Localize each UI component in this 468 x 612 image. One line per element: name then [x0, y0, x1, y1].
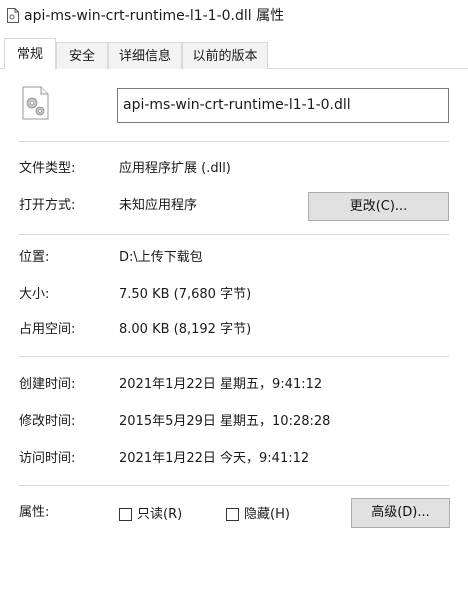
hidden-checkbox-box[interactable]: [226, 508, 239, 521]
advanced-button[interactable]: 高级(D)...: [351, 498, 450, 528]
tab-details[interactable]: 详细信息: [108, 42, 182, 69]
title-bar: api-ms-win-crt-runtime-l1-1-0.dll 属性: [0, 0, 468, 34]
file-name-field[interactable]: api-ms-win-crt-runtime-l1-1-0.dll: [117, 88, 449, 123]
change-button[interactable]: 更改(C)...: [308, 192, 449, 221]
tab-general[interactable]: 常规: [4, 38, 56, 69]
readonly-checkbox[interactable]: 只读(R): [119, 505, 199, 525]
location-value: D:\上传下载包: [119, 250, 203, 265]
opens-with-label: 打开方式:: [19, 198, 76, 213]
created-label: 创建时间:: [19, 377, 76, 392]
modified-value: 2015年5月29日 星期五，10:28:28: [119, 414, 331, 429]
attributes-label: 属性:: [19, 505, 50, 520]
readonly-checkbox-box[interactable]: [119, 508, 132, 521]
opens-with-value: 未知应用程序: [119, 198, 198, 213]
separator: [19, 234, 449, 235]
accessed-value: 2021年1月22日 今天，9:41:12: [119, 451, 310, 466]
tab-security[interactable]: 安全: [56, 42, 108, 69]
hidden-checkbox[interactable]: 隐藏(H): [226, 505, 306, 525]
separator: [19, 141, 449, 142]
modified-label: 修改时间:: [19, 414, 76, 429]
accessed-label: 访问时间:: [19, 451, 76, 466]
size-label: 大小:: [19, 287, 50, 302]
size-value: 7.50 KB (7,680 字节): [119, 287, 252, 302]
size-on-disk-label: 占用空间:: [19, 322, 76, 337]
dll-gear-icon: [22, 86, 49, 120]
readonly-checkbox-label: 只读(R): [137, 507, 183, 522]
general-panel: [0, 69, 468, 612]
tab-previous-versions[interactable]: 以前的版本: [182, 42, 268, 69]
location-label: 位置:: [19, 250, 50, 265]
separator: [19, 356, 449, 357]
window-title: api-ms-win-crt-runtime-l1-1-0.dll 属性: [24, 8, 285, 24]
file-type-label: 文件类型:: [19, 161, 76, 176]
dll-file-icon: [7, 8, 19, 23]
separator: [19, 485, 449, 486]
hidden-checkbox-label: 隐藏(H): [244, 507, 290, 522]
created-value: 2021年1月22日 星期五，9:41:12: [119, 377, 323, 392]
size-on-disk-value: 8.00 KB (8,192 字节): [119, 322, 252, 337]
file-type-value: 应用程序扩展 (.dll): [119, 161, 231, 176]
